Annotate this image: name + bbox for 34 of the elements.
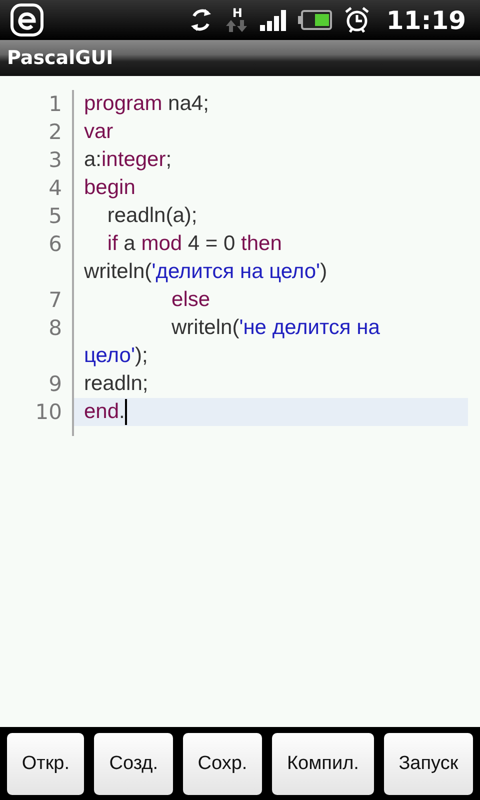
- code-line: a:integer;: [84, 147, 172, 173]
- line-number: 6: [48, 231, 62, 258]
- app-title: PascalGUI: [7, 47, 114, 69]
- signal-icon: [260, 9, 286, 31]
- line-number: 8: [48, 315, 62, 342]
- toolbar-button[interactable]: Сохр.: [182, 732, 262, 794]
- toolbar-button[interactable]: Созд.: [94, 732, 173, 794]
- code-line: begin: [84, 175, 136, 201]
- line-number: 10: [34, 399, 62, 426]
- line-number: 2: [48, 119, 62, 146]
- code-line: end.: [84, 399, 125, 425]
- line-number: 1: [48, 91, 62, 118]
- line-number: 5: [48, 203, 62, 230]
- code-line: writeln('не делится на цело');: [84, 315, 380, 369]
- battery-icon: [298, 9, 332, 31]
- text-cursor: [124, 399, 127, 425]
- line-number: 7: [48, 287, 62, 314]
- code-line: program na4;: [84, 91, 209, 117]
- app-logo-icon: [10, 3, 44, 37]
- network-type-label: H: [232, 7, 242, 19]
- code-line: var: [84, 119, 114, 145]
- code-line: readln;: [84, 371, 148, 397]
- toolbar-button[interactable]: Откр.: [7, 732, 84, 794]
- code-editor[interactable]: 1 2 3 4 5 6 7 8 9 10 program na4; var a:integer; begin readln(a); if a mod 4 = 0 then writeln('делится на цело') else writeln('не делится на цело'); readln; end.: [0, 76, 480, 727]
- alarm-clock-icon: [344, 6, 370, 34]
- toolbar-button[interactable]: Компил.: [272, 732, 374, 794]
- code-line: readln(a);: [106, 203, 198, 229]
- line-number: 3: [48, 147, 62, 174]
- clock-time: 11:19: [386, 6, 466, 34]
- code-line: else: [170, 287, 210, 313]
- code-line: if a mod 4 = 0 then writeln('делится на цело'): [84, 231, 328, 285]
- line-number: 4: [48, 175, 62, 202]
- line-number: 9: [48, 371, 62, 398]
- toolbar-button[interactable]: Запуск: [384, 732, 474, 794]
